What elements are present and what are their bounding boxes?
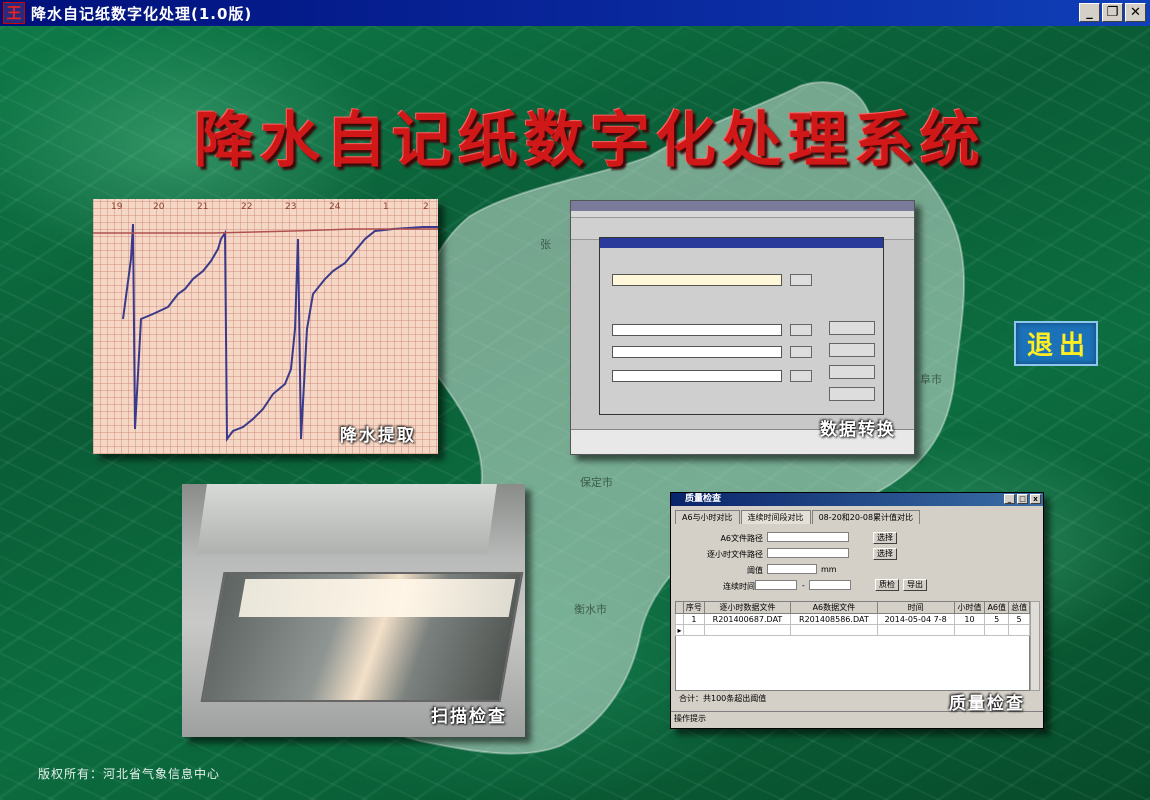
- period-start-select: [755, 580, 797, 590]
- city-label: 保定市: [580, 476, 613, 489]
- data-convert-label: 数据转换: [820, 420, 896, 440]
- period-separator: -: [802, 581, 805, 590]
- threshold-label: 阈值: [747, 566, 763, 575]
- tick-label: 20: [153, 202, 165, 212]
- system-title: 降水自记纸数字化处理系统: [194, 106, 986, 176]
- hour-path-label: 逐小时文件路径: [707, 550, 763, 559]
- a6-path-label: A6文件路径: [720, 534, 763, 543]
- col-header: 总值: [1008, 601, 1030, 614]
- minimize-icon: _: [1004, 494, 1015, 504]
- tick-label: 19: [111, 202, 123, 212]
- col-header: A6数据文件: [790, 601, 878, 614]
- close-button[interactable]: ✕: [1125, 3, 1146, 22]
- exit-button[interactable]: 退出: [1014, 321, 1098, 366]
- select-button: 选择: [873, 532, 897, 544]
- table-row: 1 R201400687.DAT R201408586.DAT 2014-05-…: [675, 613, 1030, 625]
- window-titlebar: 王 降水自记纸数字化处理(1.0版) _ ❐ ✕: [0, 0, 1150, 26]
- summary-text: 合计：共100条超出阈值: [679, 694, 767, 703]
- col-header: 逐小时数据文件: [703, 601, 792, 614]
- threshold-unit: mm: [821, 565, 837, 574]
- check-button: 质检: [875, 579, 899, 591]
- quality-check-panel[interactable]: 质量检查 _ □ x A6与小时对比 连续时间段对比 08-20和20-08累计…: [670, 492, 1044, 729]
- results-table: 序号 逐小时数据文件 A6数据文件 时间 小时值 A6值 总值 1 R20140…: [675, 601, 1030, 636]
- tick-label: 23: [285, 202, 296, 212]
- tab-cumulative: 08-20和20-08累计值对比: [811, 510, 921, 524]
- col-header: 时间: [876, 601, 955, 614]
- scan-check-label: 扫描检查: [431, 707, 507, 727]
- a6-path-field: [767, 532, 849, 542]
- col-header: 序号: [683, 601, 705, 614]
- tick-label: 1: [383, 202, 389, 212]
- copyright-text: 版权所有：河北省气象信息中心: [38, 767, 221, 781]
- tab-continuous-period: 连续时间段对比: [740, 510, 811, 524]
- hour-path-field: [767, 548, 849, 558]
- city-label: 张: [540, 238, 551, 251]
- col-header: A6值: [984, 601, 1010, 614]
- scan-check-panel[interactable]: 扫描检查: [182, 484, 525, 737]
- period-label: 连续时间段: [723, 582, 763, 591]
- threshold-field: [767, 564, 817, 574]
- recorder-chart-trace: 19 20 21 22 23 24 1 2: [93, 202, 438, 442]
- chart-sheet: [238, 579, 516, 617]
- export-button: 导出: [903, 579, 927, 591]
- precip-extract-label: 降水提取: [340, 426, 416, 446]
- scanner-lid: [197, 484, 497, 554]
- vertical-scrollbar: [1030, 601, 1040, 691]
- quality-window-title: 质量检查: [685, 494, 722, 504]
- quality-window-titlebar: 质量检查 _ □ x: [671, 493, 1043, 506]
- tick-label: 2: [423, 202, 429, 212]
- window-title: 降水自记纸数字化处理(1.0版): [31, 4, 253, 23]
- city-label: 衡水市: [574, 603, 607, 616]
- minimize-button[interactable]: _: [1079, 3, 1100, 22]
- select-button: 选择: [873, 548, 897, 560]
- precip-extract-panel[interactable]: 19 20 21 22 23 24 1 2 降水提取: [93, 199, 438, 454]
- table-row: ▸: [675, 624, 1030, 636]
- data-convert-panel[interactable]: 数据转换: [570, 200, 915, 455]
- maximize-icon: □: [1017, 494, 1028, 504]
- tick-label: 22: [241, 202, 252, 212]
- tick-label: 24: [329, 202, 341, 212]
- app-icon: 王: [3, 2, 25, 24]
- close-icon: x: [1030, 494, 1041, 504]
- tab-a6-hour: A6与小时对比: [675, 510, 740, 524]
- restore-button[interactable]: ❐: [1102, 3, 1123, 22]
- col-header: 小时值: [953, 601, 986, 614]
- tick-label: 21: [197, 202, 208, 212]
- city-label: 阜市: [920, 373, 942, 386]
- quality-check-label: 质量检查: [949, 694, 1025, 714]
- period-end-select: [809, 580, 851, 590]
